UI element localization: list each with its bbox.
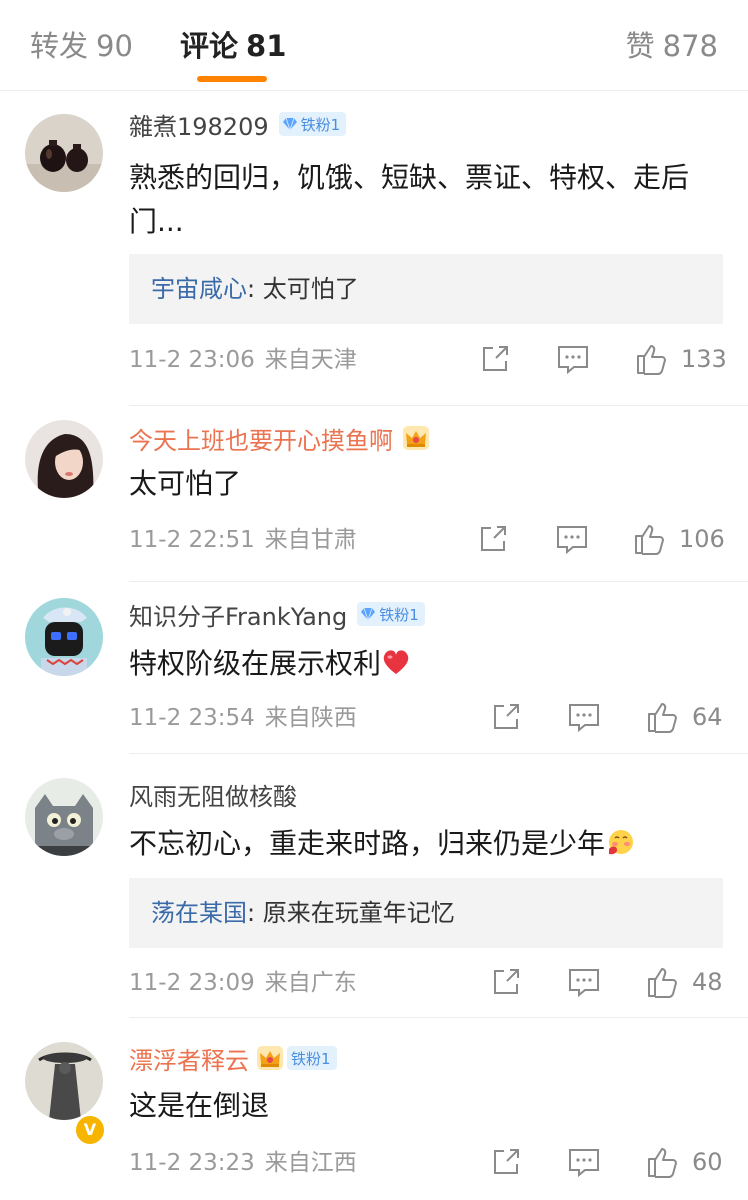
comment-text: 不忘初心，重走来时路，归来仍是少年 bbox=[129, 822, 729, 866]
verified-badge: V bbox=[74, 1114, 106, 1146]
share-icon[interactable] bbox=[490, 701, 522, 733]
reply-preview[interactable]: 宇宙咸心: 太可怕了 bbox=[129, 254, 723, 324]
fan-badge-label: 铁粉1 bbox=[379, 605, 419, 624]
thumbs-up-icon bbox=[637, 345, 666, 375]
username[interactable]: 知识分子FrankYang bbox=[129, 597, 347, 632]
like-button[interactable]: 48 bbox=[646, 964, 723, 1000]
cat-avatar-icon[interactable] bbox=[25, 778, 103, 856]
comment-item: 知识分子FrankYang 铁粉1 特权阶级在展示权利 11-2 23:54 来自… bbox=[0, 582, 748, 754]
blushing-face-icon bbox=[609, 830, 634, 855]
fan-badge: 铁粉1 bbox=[357, 602, 425, 626]
thumbs-up-icon bbox=[648, 968, 677, 998]
share-icon[interactable] bbox=[477, 523, 509, 555]
cartoon-avatar-icon[interactable] bbox=[25, 598, 103, 676]
share-icon[interactable] bbox=[479, 343, 511, 375]
share-icon[interactable] bbox=[490, 1146, 522, 1178]
tab-reposts[interactable]: 转发 90 bbox=[30, 26, 133, 66]
comment-text-content: 不忘初心，重走来时路，归来仍是少年 bbox=[129, 827, 606, 860]
crown-icon bbox=[257, 1046, 283, 1070]
comment-item: 风雨无阻做核酸 不忘初心，重走来时路，归来仍是少年 荡在某国: 原来在玩童年记忆… bbox=[0, 754, 748, 1018]
comment-meta: 11-2 23:09 来自广东 bbox=[129, 965, 357, 1001]
like-count: 106 bbox=[679, 525, 725, 553]
location: 来自江西 bbox=[264, 1150, 357, 1176]
comment-header: 今天上班也要开心摸鱼啊 bbox=[129, 420, 431, 456]
timestamp: 11-2 22:51 bbox=[129, 527, 255, 553]
comment-text: 太可怕了 bbox=[129, 467, 242, 500]
reply-comment-icon[interactable] bbox=[567, 966, 601, 998]
reply-username[interactable]: 宇宙咸心 bbox=[151, 275, 247, 303]
share-icon[interactable] bbox=[490, 966, 522, 998]
thumbs-up-icon bbox=[635, 525, 664, 555]
like-button[interactable]: 133 bbox=[635, 341, 727, 377]
diamond-icon bbox=[361, 607, 376, 621]
username[interactable]: 雜煮198209 bbox=[129, 107, 269, 142]
reply-username[interactable]: 荡在某国 bbox=[151, 899, 247, 927]
comment-meta: 11-2 22:51 来自甘肃 bbox=[129, 522, 357, 558]
location: 来自天津 bbox=[264, 347, 357, 373]
fan-badge: 铁粉1 bbox=[278, 112, 347, 136]
reply-comment-icon[interactable] bbox=[567, 1146, 601, 1178]
thumbs-up-icon bbox=[648, 703, 677, 733]
location: 来自陕西 bbox=[264, 705, 357, 731]
timestamp: 11-2 23:54 bbox=[129, 705, 255, 731]
like-count: 64 bbox=[692, 703, 723, 731]
timestamp: 11-2 23:06 bbox=[129, 347, 255, 373]
comment-meta: 11-2 23:54 来自陕西 bbox=[129, 700, 357, 736]
tab-reposts-count: 90 bbox=[96, 29, 133, 63]
thumbs-up-icon bbox=[648, 1148, 677, 1178]
like-button[interactable]: 64 bbox=[646, 699, 723, 735]
reply-comment-icon[interactable] bbox=[556, 343, 590, 375]
reply-comment-icon[interactable] bbox=[555, 523, 589, 555]
diamond-icon bbox=[282, 117, 297, 131]
like-button[interactable]: 106 bbox=[633, 521, 725, 557]
comment-item: V 漂浮者释云 铁粉1 这是在倒退 11-2 23:23 来自江西 60 bbox=[0, 1018, 748, 1200]
jar-avatar-icon[interactable] bbox=[25, 114, 103, 192]
username[interactable]: 今天上班也要开心摸鱼啊 bbox=[129, 421, 393, 456]
fan-badge-label: 铁粉1 bbox=[300, 115, 341, 134]
fan-badge-label: 铁粉1 bbox=[291, 1049, 331, 1068]
comment-text: 这是在倒退 bbox=[129, 1089, 270, 1122]
tab-likes-label: 赞 bbox=[625, 29, 655, 63]
username[interactable]: 风雨无阻做核酸 bbox=[129, 777, 297, 812]
tab-comments-label: 评论 bbox=[180, 29, 239, 63]
tab-likes-count: 878 bbox=[662, 29, 718, 63]
like-count: 60 bbox=[692, 1148, 723, 1176]
comment-header: 漂浮者释云 铁粉1 bbox=[129, 1040, 337, 1076]
location: 来自广东 bbox=[264, 970, 357, 996]
tab-comments-count: 81 bbox=[246, 29, 287, 63]
crown-icon bbox=[403, 426, 429, 450]
comment-text: 熟悉的回归，饥饿、短缺、票证、特权、走后门... bbox=[129, 161, 690, 238]
location: 来自甘肃 bbox=[264, 527, 357, 553]
comment-tabs: 转发 90 评论 81 赞 878 bbox=[0, 0, 748, 91]
reply-comment-icon[interactable] bbox=[567, 701, 601, 733]
tab-likes[interactable]: 赞 878 bbox=[626, 26, 718, 66]
like-count: 48 bbox=[692, 968, 723, 996]
girl-avatar-icon[interactable] bbox=[25, 420, 103, 498]
comment-meta: 11-2 23:06 来自天津 bbox=[129, 342, 357, 378]
comment-header: 风雨无阻做核酸 bbox=[129, 776, 297, 812]
red-heart-icon bbox=[383, 650, 409, 674]
reply-preview[interactable]: 荡在某国: 原来在玩童年记忆 bbox=[129, 878, 723, 948]
like-button[interactable]: 60 bbox=[646, 1144, 723, 1180]
username[interactable]: 漂浮者释云 bbox=[129, 1041, 249, 1076]
comment-header: 雜煮198209 铁粉1 bbox=[129, 106, 347, 142]
tab-comments[interactable]: 评论 81 bbox=[180, 26, 286, 66]
comment-item: 雜煮198209 铁粉1 熟悉的回归，饥饿、短缺、票证、特权、走后门... 宇宙… bbox=[0, 90, 748, 406]
monk-avatar-icon[interactable] bbox=[25, 1042, 103, 1120]
timestamp: 11-2 23:23 bbox=[129, 1150, 255, 1176]
comment-meta: 11-2 23:23 来自江西 bbox=[129, 1145, 357, 1181]
reply-text: : 太可怕了 bbox=[247, 275, 359, 303]
fan-badge: 铁粉1 bbox=[287, 1046, 337, 1070]
reply-text: : 原来在玩童年记忆 bbox=[247, 899, 455, 927]
active-tab-indicator bbox=[197, 76, 267, 82]
like-count: 133 bbox=[681, 345, 727, 373]
comment-text: 特权阶级在展示权利 bbox=[129, 642, 729, 686]
tab-reposts-label: 转发 bbox=[30, 29, 89, 63]
timestamp: 11-2 23:09 bbox=[129, 970, 255, 996]
comment-header: 知识分子FrankYang 铁粉1 bbox=[129, 596, 425, 632]
comment-text-content: 特权阶级在展示权利 bbox=[129, 647, 382, 680]
comment-item: 今天上班也要开心摸鱼啊 太可怕了 11-2 22:51 来自甘肃 106 bbox=[0, 406, 748, 582]
